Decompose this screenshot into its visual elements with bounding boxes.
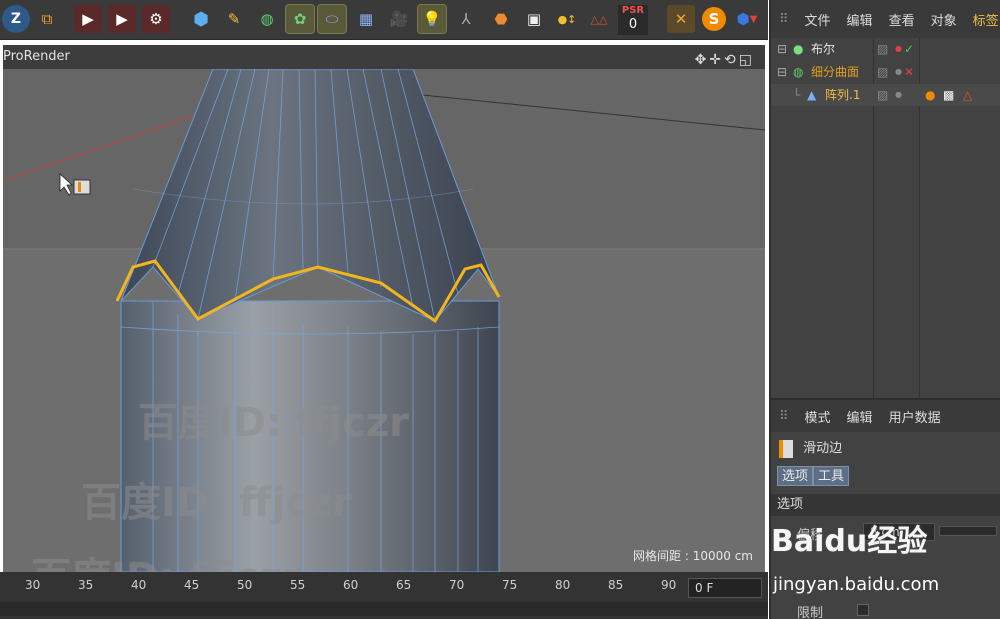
visibility-dots-icon[interactable]: ● [895,84,902,106]
timeline-tick: 80 [555,578,571,592]
limit-label: 限制 [797,606,824,619]
timeline-tick: 60 [343,578,359,592]
object-name[interactable]: 阵列.1 [825,84,860,106]
timeline-tick: 90 [661,578,677,592]
pencil-mesh[interactable] [3,69,765,572]
timeline-tick: 40 [131,578,147,592]
attribute-manager: ⠿ 模式 编辑 用户数据 滑动边 选项 工具 选项 偏移 8 cm 限制 Bai… [769,398,1000,619]
timeline-tick: 75 [502,578,518,592]
menu-file[interactable]: 文件 [805,10,831,29]
timeline-tick: 85 [608,578,624,592]
baidu-logo: Baidu经验 [771,524,928,559]
timeline-tick: 50 [237,578,253,592]
object-row-subdivision[interactable]: ⊟ ◍ 细分曲面 ▨ ● ✕ [771,61,1000,83]
timeline-tick: 30 [25,578,41,592]
subdivision-icon: ◍ [793,65,804,79]
disabled-cross-icon[interactable]: ✕ [904,61,914,83]
menu-view[interactable]: 查看 [889,10,915,29]
target-icon[interactable]: ▣ [520,5,548,33]
viewport-header: ProRender ✥✛⟲◱ [3,45,765,69]
timeline-ruler[interactable]: 30 35 40 45 50 55 60 65 70 75 80 85 90 0… [0,572,768,619]
object-name[interactable]: 细分曲面 [811,61,859,83]
make-editable-icon[interactable]: ⧉ [33,5,61,33]
expand-icon[interactable]: ⊟ [777,38,787,60]
object-name[interactable]: 布尔 [811,38,835,60]
psr-lock-icon[interactable]: △△ [585,5,613,33]
layer-icon[interactable]: ▨ [877,84,888,106]
menu-user-data[interactable]: 用户数据 [889,407,941,426]
main-toolbar: Z ⧉ ▶ ▶ ⚙ ⬢ ✎ ◍ ✿ ⬭ ▦ 🎥 💡 ⅄ ⬣ ▣ ●↕ △△ PS… [0,0,768,40]
menu-edit[interactable]: 编辑 [847,407,873,426]
tag-icon-warning[interactable]: △ [963,84,972,106]
baidu-url: jingyan.baidu.com [773,574,940,595]
slide-tool-cursor-mark [78,182,81,192]
material-icon[interactable]: ⬣ [487,5,515,33]
enabled-check-icon[interactable]: ✓ [904,38,914,60]
limit-checkbox[interactable] [857,604,869,616]
tool-name: 滑动边 [803,441,843,456]
object-manager: ⠿ 文件 编辑 查看 对象 标签 ⊟ ● 布尔 ▨ ● ✓ ⊟ ◍ 细分曲面 ▨… [769,0,1000,398]
render-active-view-icon[interactable]: ▶ [74,5,102,33]
render-picture-viewer-icon[interactable]: ▶ [108,5,136,33]
3d-viewport[interactable]: ProRender ✥✛⟲◱ 网格间距: 10000 cm 百度ID: ffj… [3,45,765,572]
timeline-tick: 35 [78,578,94,592]
undo-icon[interactable]: Z [2,5,30,33]
array-icon[interactable]: ✿ [285,4,315,34]
drag-handle-icon[interactable]: ⠿ [779,12,789,27]
cartesian-icon[interactable]: ⅄ [452,5,480,33]
camera-icon[interactable]: 🎥 [385,5,413,33]
current-frame-field[interactable]: 0 F [688,578,762,598]
snap-icon[interactable]: ✕ [667,5,695,33]
menu-edit[interactable]: 编辑 [847,10,873,29]
viewport-title: ProRender [3,49,70,64]
render-settings-icon[interactable]: ⚙ [142,5,170,33]
grid-spacing-readout: 网格间距 : 10000 cm [633,549,753,563]
drag-handle-icon[interactable]: ⠿ [779,409,789,424]
object-row-boole[interactable]: ⊟ ● 布尔 ▨ ● ✓ [771,38,1000,60]
timeline-tick: 70 [449,578,465,592]
active-tool-header: 滑动边 [779,438,842,460]
object-manager-menu: ⠿ 文件 编辑 查看 对象 标签 [771,0,1000,38]
timeline-tick: 65 [396,578,412,592]
layer-icon[interactable]: ▨ [877,38,888,60]
slide-tool-cursor-icon [73,179,91,195]
array-object-icon: ▲ [807,88,817,102]
offset-slider[interactable] [939,526,997,536]
python-icon[interactable]: S [700,5,728,33]
subdivision-surface-icon[interactable]: ◍ [253,5,281,33]
psr-value: 0 [628,17,638,32]
section-header: 选项 [771,494,1000,516]
menu-mode[interactable]: 模式 [805,407,831,426]
timeline-tick: 55 [290,578,306,592]
cube-icon[interactable]: ⬢ [187,5,215,33]
psr-counter: PSR 0 [618,5,648,35]
menu-tags[interactable]: 标签 [973,10,999,29]
tag-icon-texture[interactable]: ▩ [943,84,954,106]
attribute-manager-menu: ⠿ 模式 编辑 用户数据 [771,400,1000,432]
tab-options[interactable]: 选项 [777,466,814,486]
psr-label: PSR [621,5,645,16]
tag-icon-phong[interactable]: ● [925,84,935,106]
tab-tool[interactable]: 工具 [813,466,850,486]
timeline-tick: 45 [184,578,200,592]
layer-icon[interactable]: ▨ [877,61,888,83]
visibility-dots-icon[interactable]: ● [895,61,902,83]
tree-branch-icon: └ [793,88,801,102]
timeline-scrollbar[interactable] [0,602,768,616]
coordinate-axis-icon[interactable]: ●↕ [553,5,581,33]
expand-icon[interactable]: ⊟ [777,61,787,83]
more-icon[interactable]: ⬢ ▼ [733,5,761,33]
light-icon[interactable]: 💡 [417,4,447,34]
deformer-icon[interactable]: ⬭ [317,4,347,34]
pen-icon[interactable]: ✎ [220,5,248,33]
visibility-dots-icon[interactable]: ● [895,38,902,60]
slide-tool-icon [779,439,793,458]
object-row-array[interactable]: └ ▲ 阵列.1 ▨ ● ● ▩ △ [771,84,1000,106]
menu-objects[interactable]: 对象 [931,10,957,29]
boole-icon: ● [793,42,804,56]
floor-icon[interactable]: ▦ [352,5,380,33]
